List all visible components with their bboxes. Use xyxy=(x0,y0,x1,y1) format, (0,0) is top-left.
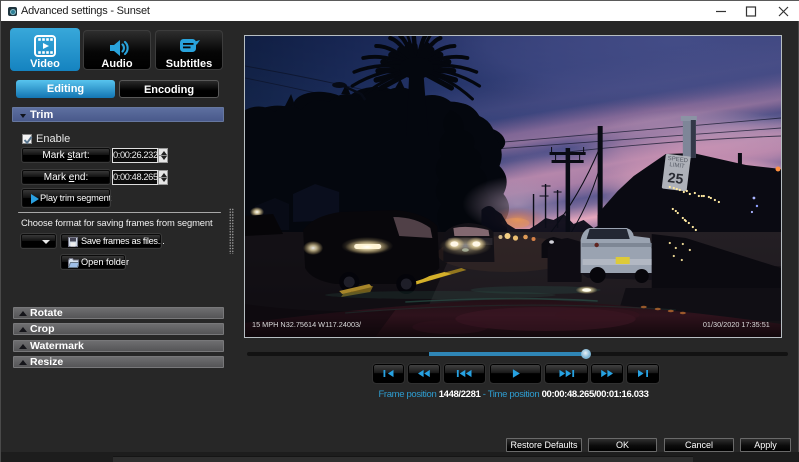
svg-text:01/30/2020 17:35:51: 01/30/2020 17:35:51 xyxy=(703,320,770,329)
svg-text:15 MPH N32.75614 W117.24003/: 15 MPH N32.75614 W117.24003/ xyxy=(252,320,362,329)
svg-text:25: 25 xyxy=(667,169,685,187)
